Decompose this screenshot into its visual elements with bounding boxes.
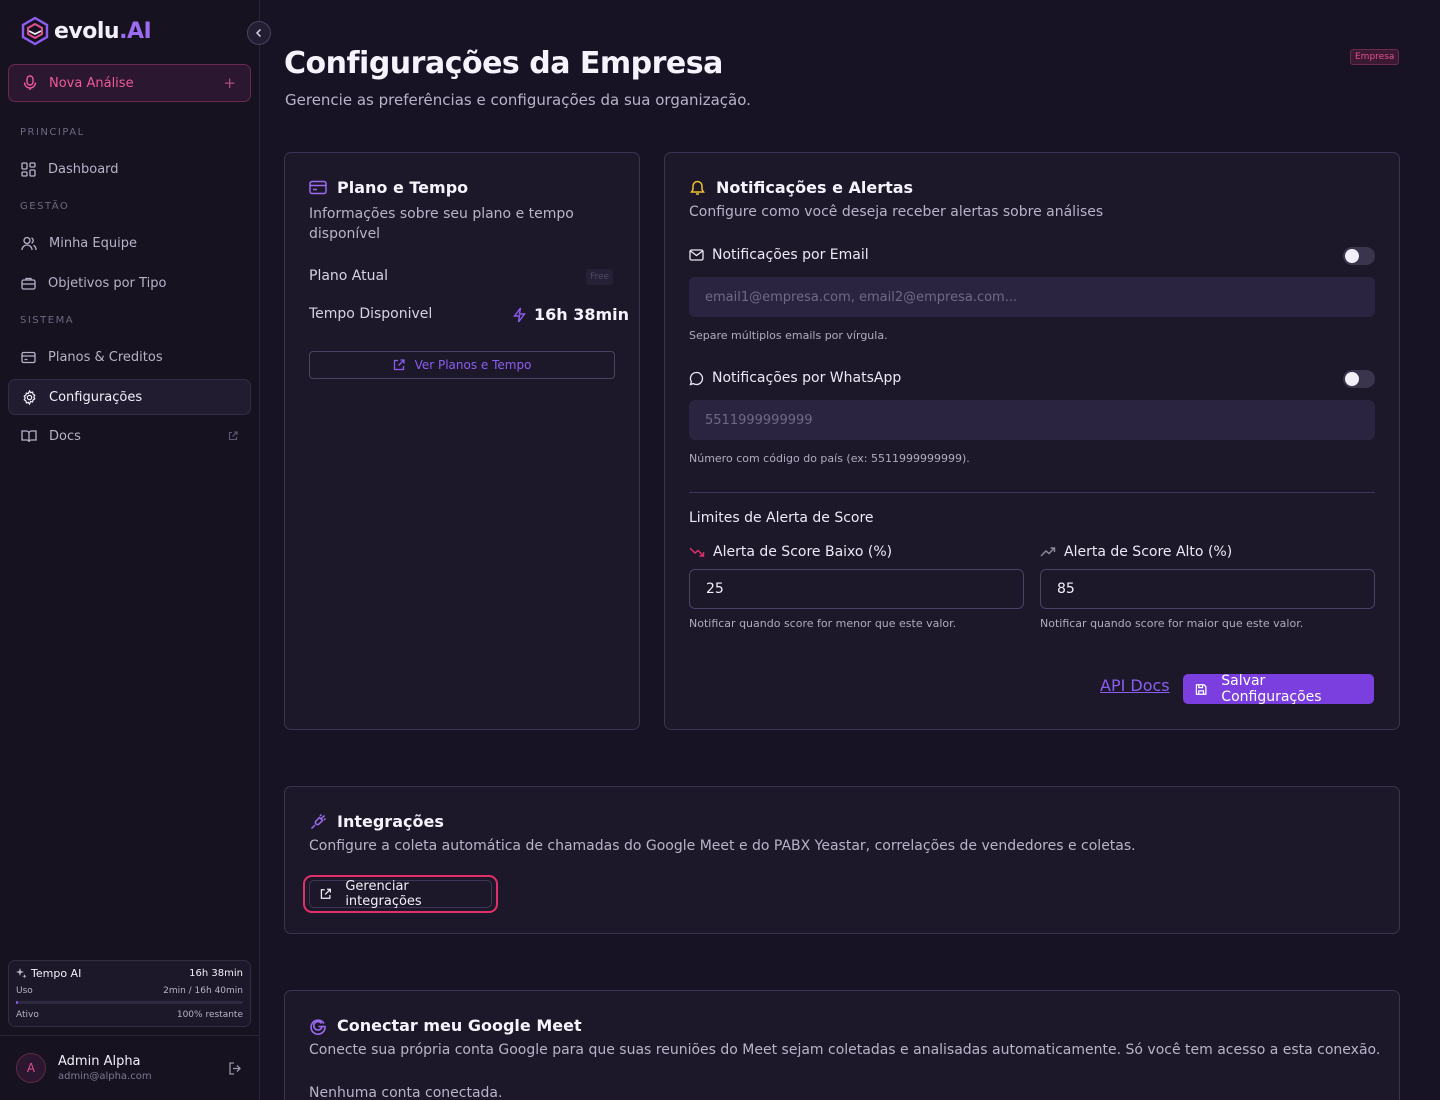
avatar[interactable]: A (16, 1053, 46, 1083)
sparkles-icon (16, 968, 27, 979)
credit-card-icon (309, 180, 327, 195)
sidebar-item-label: Minha Equipe (49, 235, 137, 251)
new-analysis-button[interactable]: Nova Análise + (8, 64, 251, 102)
sidebar-item-label: Planos & Creditos (48, 349, 163, 365)
score-limits-title: Limites de Alerta de Score (689, 510, 874, 526)
email-hint: Separe múltiplos emails por vírgula. (689, 329, 888, 342)
current-plan-badge: Free (586, 269, 614, 285)
section-label-gestao: GESTÃO (20, 201, 70, 212)
high-score-label: Alerta de Score Alto (%) (1040, 544, 1232, 560)
plug-icon (310, 813, 327, 829)
lightning-icon (513, 307, 526, 322)
save-icon (1195, 683, 1207, 695)
gear-icon (23, 389, 36, 405)
plan-card-title: Plano e Tempo (309, 178, 468, 197)
brand-name: evolu.AI (54, 18, 152, 44)
collapse-sidebar-button[interactable] (247, 21, 271, 45)
microphone-icon (23, 75, 37, 90)
integrations-title: Integrações (309, 812, 444, 831)
sidebar-item-settings[interactable]: Configurações (8, 379, 251, 415)
google-meet-description: Conecte sua própria conta Google para qu… (309, 1042, 1381, 1058)
notifications-card (664, 152, 1400, 730)
toggle-knob (1345, 372, 1359, 386)
api-docs-link[interactable]: API Docs (1100, 676, 1170, 695)
save-settings-button[interactable]: Salvar Configurações (1183, 673, 1374, 705)
high-score-hint: Notificar quando score for maior que est… (1040, 617, 1304, 630)
email-input[interactable]: email1@empresa.com, email2@empresa.com..… (689, 277, 1375, 317)
google-icon (310, 1018, 326, 1035)
sidebar-item-label: Objetivos por Tipo (48, 275, 167, 291)
book-icon (21, 430, 37, 443)
logo-icon (21, 16, 49, 46)
trending-up-icon (1040, 547, 1056, 557)
whatsapp-input[interactable]: 5511999999999 (689, 400, 1375, 440)
sidebar-item-label: Docs (49, 428, 81, 444)
dashboard-icon (21, 161, 36, 177)
integrations-description: Configure a coleta automática de chamada… (309, 838, 1136, 854)
google-meet-title: Conectar meu Google Meet (309, 1016, 582, 1035)
low-score-input[interactable]: 25 (689, 569, 1024, 609)
whatsapp-notifications-label: Notificações por WhatsApp (689, 370, 901, 386)
email-notifications-label: Notificações por Email (689, 247, 869, 263)
chevron-left-icon (255, 28, 262, 38)
email-notifications-toggle[interactable] (1343, 247, 1375, 265)
current-plan-label: Plano Atual (309, 268, 388, 284)
usage-progress-bar (16, 1001, 243, 1004)
external-link-icon (228, 431, 238, 441)
external-link-icon (320, 888, 331, 899)
usage-progress-fill (16, 1001, 19, 1004)
sidebar-item-plans[interactable]: Planos & Creditos (8, 339, 251, 375)
sidebar-item-dashboard[interactable]: Dashboard (8, 151, 251, 187)
time-available-value: 16h 38min (513, 305, 629, 324)
users-icon (21, 236, 37, 250)
message-circle-icon (689, 371, 704, 386)
notifications-card-title: Notificações e Alertas (689, 178, 913, 197)
page-subtitle: Gerencie as preferências e configurações… (285, 91, 751, 109)
section-label-principal: PRINCIPAL (20, 127, 85, 138)
role-badge: Empresa (1350, 49, 1400, 65)
plus-icon: + (223, 74, 236, 92)
toggle-knob (1345, 249, 1359, 263)
notifications-description: Configure como você deseja receber alert… (689, 204, 1104, 220)
tempo-ai-card: Tempo AI 16h 38min Uso 2min / 16h 40min … (8, 960, 251, 1027)
user-email: admin@alpha.com (58, 1071, 152, 1082)
credit-card-icon (21, 351, 36, 363)
plan-card-description: Informações sobre seu plano e tempo disp… (309, 206, 574, 242)
remaining-label: 100% restante (176, 1010, 243, 1020)
trending-down-icon (689, 547, 705, 557)
new-analysis-label: Nova Análise (49, 75, 134, 91)
whatsapp-notifications-toggle[interactable] (1343, 370, 1375, 388)
time-available-label: Tempo Disponivel (309, 306, 433, 322)
usage-value: 2min / 16h 40min (163, 986, 243, 996)
usage-label: Uso (16, 986, 33, 996)
sidebar: evolu.AI Nova Análise + PRINCIPAL Dashbo… (0, 0, 260, 1100)
tempo-ai-total: 16h 38min (189, 968, 243, 979)
low-score-hint: Notificar quando score for menor que est… (689, 617, 957, 630)
brand-logo[interactable]: evolu.AI (20, 16, 152, 46)
sidebar-item-team[interactable]: Minha Equipe (8, 225, 251, 261)
sidebar-item-label: Configurações (49, 389, 143, 405)
briefcase-icon (21, 277, 36, 290)
low-score-label: Alerta de Score Baixo (%) (689, 544, 892, 560)
high-score-input[interactable]: 85 (1040, 569, 1375, 609)
mail-icon (689, 249, 704, 261)
manage-integrations-button[interactable]: Gerenciar integrações (309, 879, 492, 909)
sidebar-item-label: Dashboard (48, 161, 119, 177)
whatsapp-hint: Número com código do país (ex: 551199999… (689, 452, 970, 465)
external-link-icon (393, 359, 405, 371)
tempo-ai-title: Tempo AI (16, 967, 81, 980)
user-name: Admin Alpha (58, 1054, 141, 1069)
status-label: Ativo (16, 1010, 39, 1020)
page-title: Configurações da Empresa (284, 46, 723, 81)
sidebar-item-objectives[interactable]: Objetivos por Tipo (8, 265, 251, 301)
view-plans-button[interactable]: Ver Planos e Tempo (309, 351, 615, 379)
divider (689, 492, 1375, 493)
logout-icon[interactable] (228, 1061, 243, 1076)
section-label-sistema: SISTEMA (20, 315, 75, 326)
sidebar-item-docs[interactable]: Docs (8, 418, 251, 454)
bell-icon (690, 180, 705, 195)
user-profile: A Admin Alpha admin@alpha.com (0, 1035, 259, 1100)
google-meet-status: Nenhuma conta conectada. (309, 1085, 503, 1100)
